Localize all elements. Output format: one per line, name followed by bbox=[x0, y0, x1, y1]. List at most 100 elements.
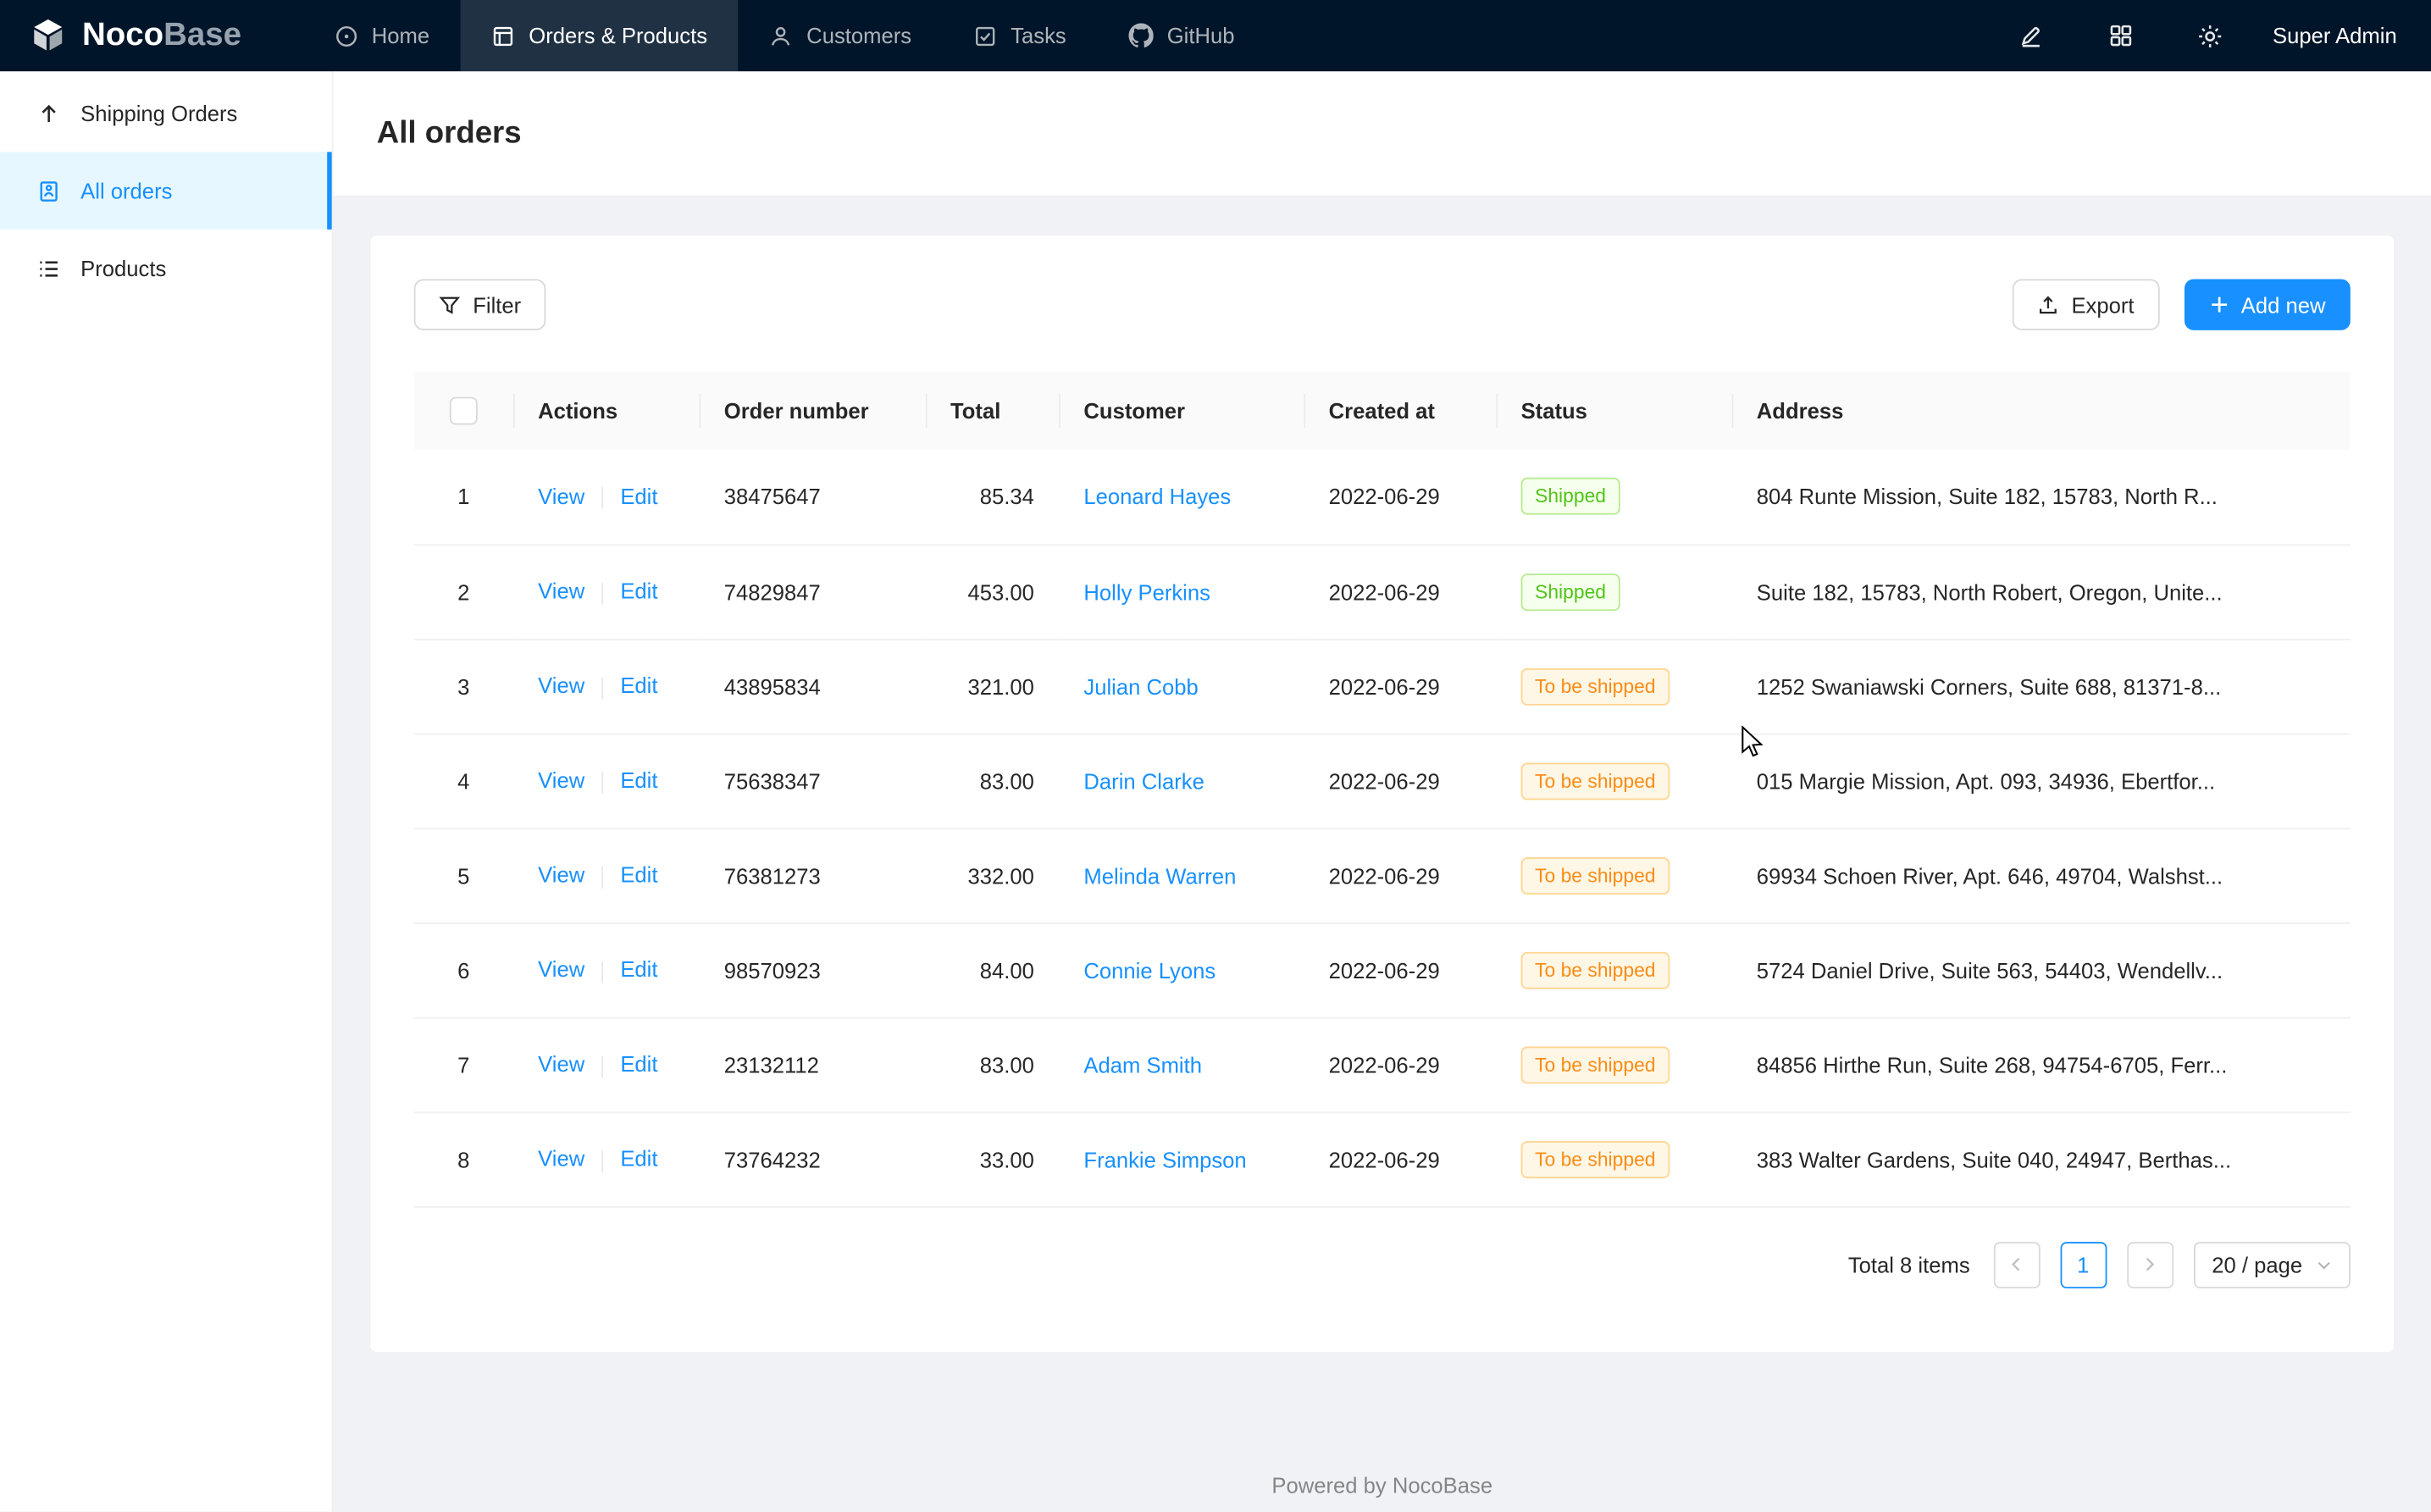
view-link[interactable]: View bbox=[538, 1052, 584, 1077]
action-divider bbox=[601, 1149, 603, 1171]
customer-link[interactable]: Holly Perkins bbox=[1083, 579, 1210, 604]
order-number-cell: 75638347 bbox=[699, 734, 925, 828]
row-index: 1 bbox=[457, 485, 469, 509]
action-divider bbox=[601, 961, 603, 983]
customer-link[interactable]: Leonard Hayes bbox=[1083, 485, 1231, 509]
created-at-cell: 2022-06-29 bbox=[1304, 828, 1496, 922]
column-header-status: Status bbox=[1496, 372, 1731, 450]
nav-item-label: Tasks bbox=[1011, 23, 1066, 47]
sidebar-item-label: Shipping Orders bbox=[80, 101, 237, 125]
edit-link[interactable]: Edit bbox=[620, 1146, 657, 1171]
nav-item-home[interactable]: Home bbox=[303, 0, 461, 71]
sidebar-item-all-orders[interactable]: All orders bbox=[0, 152, 332, 230]
status-badge: To be shipped bbox=[1521, 762, 1670, 800]
action-divider bbox=[601, 1055, 603, 1077]
status-badge: Shipped bbox=[1521, 573, 1620, 610]
table-row: 6 ViewEdit 98570923 84.00 Connie Lyons 2… bbox=[414, 922, 2351, 1017]
nav-item-customers[interactable]: Customers bbox=[739, 0, 943, 71]
page-size-select[interactable]: 20 / page bbox=[2193, 1241, 2351, 1288]
footer-powered-by: Powered by NocoBase bbox=[334, 1473, 2431, 1498]
highlighter-icon[interactable] bbox=[2006, 11, 2056, 61]
user-menu[interactable]: Super Admin bbox=[2273, 23, 2397, 47]
address-cell: Suite 182, 15783, North Robert, Oregon, … bbox=[1732, 544, 2351, 639]
sidebar-item-label: Products bbox=[80, 256, 166, 280]
customer-link[interactable]: Darin Clarke bbox=[1083, 768, 1204, 793]
customer-link[interactable]: Julian Cobb bbox=[1083, 673, 1198, 698]
select-all-checkbox[interactable] bbox=[450, 397, 478, 425]
status-badge: To be shipped bbox=[1521, 1140, 1670, 1177]
pagination: Total 8 items 1 20 / page bbox=[414, 1241, 2351, 1288]
address-cell: 5724 Daniel Drive, Suite 563, 54403, Wen… bbox=[1732, 922, 2351, 1017]
github-icon bbox=[1128, 23, 1153, 47]
list-icon bbox=[37, 257, 60, 280]
column-header-total: Total bbox=[926, 372, 1059, 450]
gear-icon[interactable] bbox=[2185, 11, 2235, 61]
order-number-cell: 76381273 bbox=[699, 828, 925, 922]
table-row: 2 ViewEdit 74829847 453.00 Holly Perkins… bbox=[414, 544, 2351, 639]
total-cell: 453.00 bbox=[926, 544, 1059, 639]
nav-item-orders-products[interactable]: Orders & Products bbox=[461, 0, 739, 71]
view-link[interactable]: View bbox=[538, 768, 584, 793]
created-at-cell: 2022-06-29 bbox=[1304, 639, 1496, 734]
view-link[interactable]: View bbox=[538, 484, 584, 508]
orders-table: Actions Order number Total Customer Crea… bbox=[414, 372, 2351, 1207]
customer-link[interactable]: Frankie Simpson bbox=[1083, 1147, 1246, 1171]
edit-link[interactable]: Edit bbox=[620, 579, 657, 603]
chevron-down-icon bbox=[2317, 1257, 2332, 1272]
edit-link[interactable]: Edit bbox=[620, 768, 657, 793]
order-number-cell: 43895834 bbox=[699, 639, 925, 734]
table-row: 4 ViewEdit 75638347 83.00 Darin Clarke 2… bbox=[414, 734, 2351, 828]
table-row: 3 View Edit 43895834 321.00 Julian Cobb 2… bbox=[414, 639, 2351, 734]
table-row: 5 ViewEdit 76381273 332.00 Melinda Warre… bbox=[414, 828, 2351, 922]
order-document-icon bbox=[37, 179, 60, 202]
address-cell: 804 Runte Mission, Suite 182, 15783, Nor… bbox=[1732, 450, 2351, 545]
status-badge: To be shipped bbox=[1521, 667, 1670, 705]
address-cell: 383 Walter Gardens, Suite 040, 24947, Be… bbox=[1732, 1111, 2351, 1206]
edit-link[interactable]: Edit bbox=[620, 957, 657, 982]
total-cell: 83.00 bbox=[926, 1017, 1059, 1112]
add-new-button[interactable]: Add new bbox=[2184, 279, 2351, 330]
customer-link[interactable]: Adam Smith bbox=[1083, 1052, 1202, 1077]
order-number-cell: 74829847 bbox=[699, 544, 925, 639]
view-link[interactable]: View bbox=[538, 957, 584, 982]
total-cell: 84.00 bbox=[926, 922, 1059, 1017]
pagination-next-button[interactable] bbox=[2127, 1241, 2174, 1288]
filter-button[interactable]: Filter bbox=[414, 279, 546, 330]
address-cell: 69934 Schoen River, Apt. 646, 49704, Wal… bbox=[1732, 828, 2351, 922]
address-cell: 84856 Hirthe Run, Suite 268, 94754-6705,… bbox=[1732, 1017, 2351, 1112]
view-link[interactable]: View bbox=[538, 579, 584, 603]
view-link[interactable]: View bbox=[538, 1146, 584, 1171]
total-cell: 321.00 bbox=[926, 639, 1059, 734]
table-row: 1 ViewEdit 38475647 85.34 Leonard Hayes … bbox=[414, 450, 2351, 545]
edit-link[interactable]: Edit bbox=[620, 1052, 657, 1077]
edit-link[interactable]: Edit bbox=[620, 862, 657, 887]
orders-card: Filter Export bbox=[370, 235, 2394, 1352]
blocks-grid-icon[interactable] bbox=[2096, 11, 2146, 61]
sidebar-item-shipping-orders[interactable]: Shipping Orders bbox=[0, 75, 332, 152]
order-number-cell: 98570923 bbox=[699, 922, 925, 1017]
address-cell: 1252 Swaniawski Corners, Suite 688, 8137… bbox=[1732, 639, 2351, 734]
sidebar-item-products[interactable]: Products bbox=[0, 230, 332, 307]
nav-item-tasks[interactable]: Tasks bbox=[943, 0, 1098, 71]
filter-funnel-icon bbox=[439, 294, 461, 316]
view-link[interactable]: View bbox=[538, 673, 584, 698]
table-header-row: Actions Order number Total Customer Crea… bbox=[414, 372, 2351, 450]
edit-link[interactable]: Edit bbox=[620, 484, 657, 508]
customer-link[interactable]: Connie Lyons bbox=[1083, 957, 1216, 982]
pagination-page-1[interactable]: 1 bbox=[2060, 1241, 2107, 1288]
navbar-right: Super Admin bbox=[1966, 0, 2431, 71]
pagination-prev-button[interactable] bbox=[1993, 1241, 2040, 1288]
row-index: 3 bbox=[457, 673, 469, 698]
action-divider bbox=[601, 487, 603, 509]
sidebar-item-label: All orders bbox=[80, 178, 172, 202]
nav-item-label: GitHub bbox=[1167, 23, 1235, 47]
nav-item-github[interactable]: GitHub bbox=[1097, 0, 1265, 71]
view-link[interactable]: View bbox=[538, 862, 584, 887]
order-number-cell: 38475647 bbox=[699, 450, 925, 545]
created-at-cell: 2022-06-29 bbox=[1304, 1111, 1496, 1206]
export-button[interactable]: Export bbox=[2013, 279, 2159, 330]
edit-link[interactable]: Edit bbox=[620, 673, 657, 698]
customer-link[interactable]: Melinda Warren bbox=[1083, 863, 1236, 888]
nocobase-logo[interactable]: NocoBase bbox=[0, 0, 269, 71]
status-badge: Shipped bbox=[1521, 478, 1620, 515]
